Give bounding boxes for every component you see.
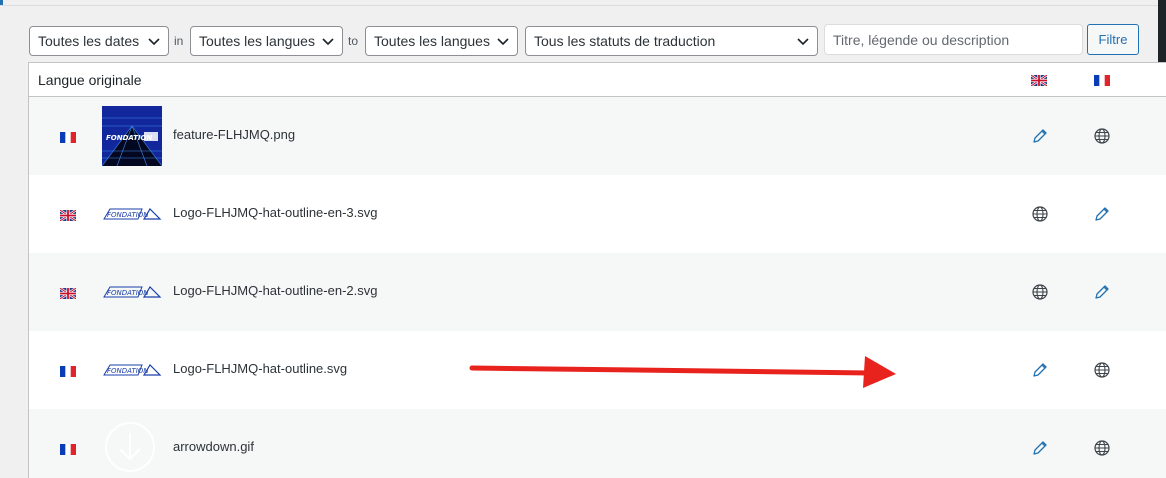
pencil-icon[interactable]	[1031, 127, 1049, 145]
pencil-icon[interactable]	[1093, 283, 1111, 301]
fr-flag-icon	[1094, 75, 1110, 86]
media-thumbnail[interactable]: FONDATION	[102, 363, 162, 382]
date-filter-select[interactable]: Toutes les dates	[29, 26, 169, 56]
filter-button[interactable]: Filtre	[1087, 24, 1139, 55]
search-input[interactable]	[824, 24, 1083, 55]
translation-status-select[interactable]: Tous les statuts de traduction	[525, 26, 818, 56]
media-thumbnail[interactable]: FONDATION	[102, 207, 162, 226]
media-thumbnail[interactable]: FONDATION	[101, 106, 163, 171]
media-filename[interactable]: Logo-FLHJMQ-hat-outline-en-2.svg	[173, 283, 377, 298]
svg-text:FONDATION: FONDATION	[107, 289, 149, 297]
table-header: Langue originale	[29, 63, 1166, 97]
fr-flag-icon	[60, 366, 76, 377]
uk-flag-icon	[60, 288, 76, 299]
chevron-down-icon	[797, 38, 809, 46]
source-language-value: Toutes les langues	[199, 33, 315, 49]
source-language-select[interactable]: Toutes les langues	[190, 26, 343, 56]
fr-flag-icon	[60, 132, 76, 143]
chevron-down-icon	[148, 38, 160, 46]
uk-flag-icon	[1031, 75, 1047, 86]
table-row: FONDATION feature-FLHJMQ.png	[29, 97, 1166, 175]
globe-icon[interactable]	[1093, 361, 1111, 379]
media-filename[interactable]: feature-FLHJMQ.png	[173, 127, 295, 142]
globe-icon[interactable]	[1031, 283, 1049, 301]
date-filter-value: Toutes les dates	[38, 33, 140, 49]
table-row: FONDATION Logo-FLHJMQ-hat-outline-en-2.s…	[29, 253, 1166, 331]
filter-bar: Toutes les dates in Toutes les langues t…	[0, 22, 1158, 58]
uk-flag-icon	[60, 210, 76, 221]
annotation-arrow-icon	[469, 356, 896, 388]
pencil-icon[interactable]	[1093, 205, 1111, 223]
original-language-header[interactable]: Langue originale	[38, 72, 142, 88]
target-language-select[interactable]: Toutes les langues	[365, 26, 518, 56]
globe-icon[interactable]	[1031, 205, 1049, 223]
table-row: arrowdown.gif	[29, 409, 1166, 478]
globe-icon[interactable]	[1093, 127, 1111, 145]
translation-status-value: Tous les statuts de traduction	[534, 33, 716, 49]
chevron-down-icon	[322, 38, 334, 46]
fr-flag-icon	[60, 444, 76, 455]
pencil-icon[interactable]	[1031, 361, 1049, 379]
media-filename[interactable]: Logo-FLHJMQ-hat-outline.svg	[173, 361, 347, 376]
svg-text:FONDATION: FONDATION	[107, 367, 149, 375]
globe-icon[interactable]	[1093, 439, 1111, 457]
media-table: Langue originale FONDATION feature-FLHJM…	[28, 62, 1166, 478]
top-divider	[0, 5, 1158, 6]
media-thumbnail[interactable]: FONDATION	[102, 285, 162, 304]
chevron-down-icon	[497, 38, 509, 46]
in-label: in	[174, 34, 184, 48]
media-filename[interactable]: Logo-FLHJMQ-hat-outline-en-3.svg	[173, 205, 377, 220]
media-filename[interactable]: arrowdown.gif	[173, 439, 254, 454]
svg-text:FONDATION: FONDATION	[107, 211, 149, 219]
to-label: to	[348, 34, 359, 48]
target-language-value: Toutes les langues	[374, 33, 490, 49]
table-row: FONDATION Logo-FLHJMQ-hat-outline-en-3.s…	[29, 175, 1166, 253]
arrow-down-icon[interactable]	[102, 419, 158, 478]
pencil-icon[interactable]	[1031, 439, 1049, 457]
